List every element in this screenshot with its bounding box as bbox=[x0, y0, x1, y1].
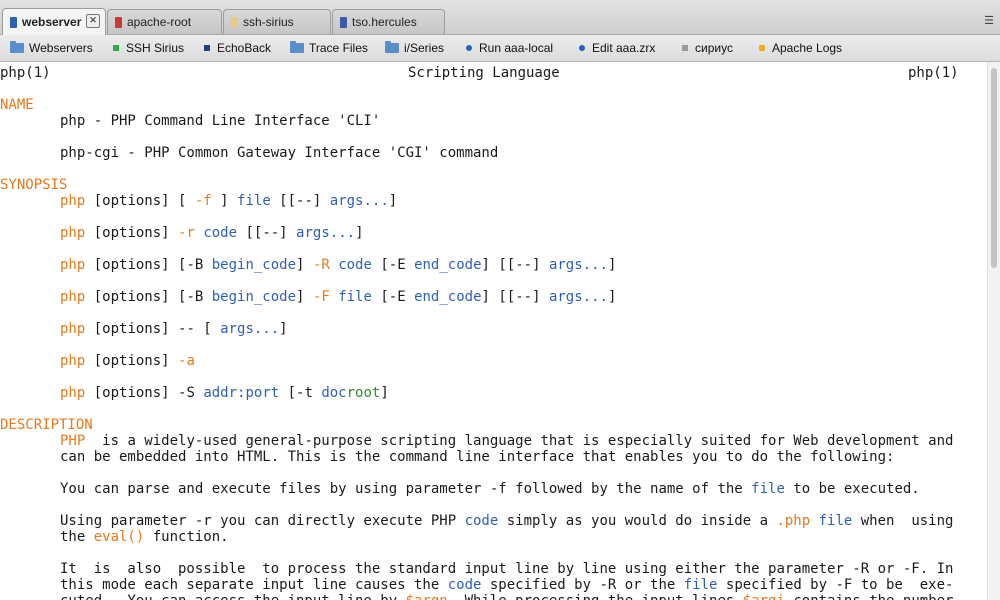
description-line: the eval() function. bbox=[60, 529, 229, 545]
man-header-right: php(1) bbox=[908, 65, 959, 81]
scrollbar[interactable] bbox=[987, 62, 1000, 600]
bookmark-label: сириус bbox=[695, 41, 733, 55]
description-line: It is also possible to process the stand… bbox=[60, 561, 954, 577]
folder-icon bbox=[10, 41, 24, 53]
bookmarks-bar: Webservers SSH Sirius EchoBack Trace Fil… bbox=[0, 35, 1000, 62]
blue-square-icon bbox=[204, 45, 210, 51]
description-line: this mode each separate input line cause… bbox=[60, 577, 954, 593]
blue-dot-icon bbox=[466, 45, 472, 51]
green-square-icon bbox=[113, 45, 119, 51]
synopsis-line: php [options] -r code [[--] args...] bbox=[60, 225, 364, 241]
bookmark-run-aaa-local[interactable]: Run aaa-local bbox=[462, 40, 553, 56]
name-line-php-cgi: php-cgi - PHP Common Gateway Interface '… bbox=[60, 145, 499, 161]
synopsis-line: php [options] -- [ args...] bbox=[60, 321, 288, 337]
bookmark-label: SSH Sirius bbox=[126, 41, 185, 55]
name-line-php: php - PHP Command Line Interface 'CLI' bbox=[60, 113, 381, 129]
bookmark-label: i/Series bbox=[404, 41, 445, 55]
bookmark-label: Webservers bbox=[29, 41, 93, 55]
yellow-square-icon bbox=[759, 45, 765, 51]
tab-list-menu-icon[interactable]: ☰ bbox=[984, 14, 994, 27]
section-description: DESCRIPTION bbox=[0, 417, 93, 433]
tab-tso-hercules[interactable]: tso.hercules bbox=[332, 9, 445, 34]
section-name: NAME bbox=[0, 97, 34, 113]
blue-dot-icon bbox=[579, 45, 585, 51]
bookmark-label: Run aaa-local bbox=[479, 41, 554, 55]
description-line: You can parse and execute files by using… bbox=[60, 481, 920, 497]
description-line: Using parameter -r you can directly exec… bbox=[60, 513, 954, 529]
man-header-center: Scripting Language bbox=[408, 65, 560, 81]
man-header-left: php(1) bbox=[0, 65, 51, 81]
bookmark-label: Edit aaa.zrx bbox=[592, 41, 656, 55]
terminal-output[interactable]: php(1) Scripting Language php(1) NAME ph… bbox=[0, 62, 1000, 600]
section-synopsis: SYNOPSIS bbox=[0, 177, 68, 193]
bookmark-sirius-cyrillic[interactable]: сириус bbox=[678, 40, 733, 56]
terminal-icon bbox=[115, 16, 122, 28]
bookmark-edit-aaa-zrx[interactable]: Edit aaa.zrx bbox=[575, 40, 655, 56]
folder-icon bbox=[385, 41, 399, 53]
description-line: can be embedded into HTML. This is the c… bbox=[60, 449, 895, 465]
terminal-icon bbox=[340, 16, 347, 28]
synopsis-line: php [options] -a bbox=[60, 353, 195, 369]
tab-webserver[interactable]: webserver ✕ bbox=[2, 8, 106, 35]
tab-label: tso.hercules bbox=[352, 15, 417, 29]
bookmark-iseries[interactable]: i/Series bbox=[385, 40, 444, 56]
bookmark-echoback[interactable]: EchoBack bbox=[200, 40, 271, 56]
tab-label: apache-root bbox=[127, 15, 192, 29]
terminal-icon bbox=[231, 16, 238, 28]
synopsis-line: php [options] [-B begin_code] -F file [-… bbox=[60, 289, 617, 305]
terminal-icon bbox=[10, 16, 17, 28]
synopsis-line: php [options] [-B begin_code] -R code [-… bbox=[60, 257, 617, 273]
gray-square-icon bbox=[682, 45, 688, 51]
bookmark-ssh-sirius[interactable]: SSH Sirius bbox=[109, 40, 184, 56]
tab-label: webserver bbox=[22, 15, 82, 29]
description-line: cuted. You can access the input line by … bbox=[60, 593, 953, 600]
close-icon[interactable]: ✕ bbox=[86, 14, 100, 28]
bookmark-webservers[interactable]: Webservers bbox=[10, 40, 93, 56]
bookmark-trace-files[interactable]: Trace Files bbox=[290, 40, 368, 56]
tab-ssh-sirius[interactable]: ssh-sirius bbox=[223, 9, 331, 34]
tab-label: ssh-sirius bbox=[243, 15, 294, 29]
bookmark-label: Apache Logs bbox=[772, 41, 843, 55]
tab-bar: webserver ✕ apache-root ssh-sirius tso.h… bbox=[0, 0, 1000, 35]
tab-apache-root[interactable]: apache-root bbox=[107, 9, 222, 34]
folder-icon bbox=[290, 41, 304, 53]
scrollbar-thumb[interactable] bbox=[991, 68, 997, 268]
bookmark-apache-logs[interactable]: Apache Logs bbox=[755, 40, 842, 56]
bookmark-label: EchoBack bbox=[217, 41, 272, 55]
synopsis-line: php [options] -S addr:port [-t docroot] bbox=[60, 385, 389, 401]
description-line: PHP is a widely-used general-purpose scr… bbox=[60, 433, 954, 449]
synopsis-line: php [options] [ -f ] file [[--] args...] bbox=[60, 193, 398, 209]
bookmark-label: Trace Files bbox=[309, 41, 368, 55]
